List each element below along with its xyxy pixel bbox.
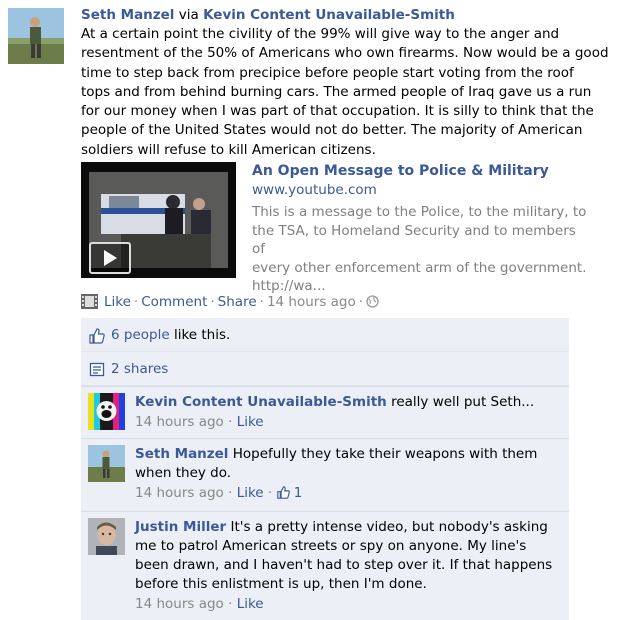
- via-author-link[interactable]: Kevin Content Unavailable-Smith: [203, 7, 455, 23]
- comment-like-link[interactable]: Like: [237, 596, 264, 612]
- attachment-title-link[interactable]: An Open Message to Police & Military: [252, 162, 549, 181]
- attachment-description: This is a message to the Police, to the …: [252, 203, 592, 296]
- thumbs-up-icon: [276, 485, 290, 505]
- comment-author-link[interactable]: Justin Miller: [135, 519, 226, 535]
- post-message-line: soldiers will refuse to kill American ci…: [81, 141, 376, 158]
- like-action[interactable]: Like: [104, 294, 131, 310]
- shared-link-attachment: An Open Message to Police & Military www…: [81, 162, 621, 294]
- likes-row: 6 people like this.: [81, 318, 569, 352]
- comment-timestamp[interactable]: 14 hours ago: [135, 596, 224, 612]
- comment-text-line: me to patrol American streets or spy on …: [135, 538, 527, 554]
- comment-item: Kevin Content Unavailable-Smith really w…: [81, 386, 569, 438]
- attachment-description-line: every other enforcement arm of the gover…: [252, 259, 587, 276]
- likes-suffix: like this.: [173, 327, 231, 343]
- attachment-description-line: the TSA, to Homeland Security and to mem…: [252, 222, 576, 258]
- attachment-description-line: This is a message to the Police, to the …: [252, 204, 587, 220]
- comment-text-line: been drawn, and I haven't had to step ov…: [135, 557, 553, 573]
- share-action[interactable]: Share: [218, 294, 257, 310]
- video-thumbnail[interactable]: [81, 162, 236, 278]
- post-author-avatar[interactable]: [8, 8, 64, 64]
- feedback-panel: 6 people like this. 2 shares Kevin Conte…: [81, 318, 569, 620]
- separator-dot: ·: [210, 294, 215, 310]
- post-author-link[interactable]: Seth Manzel: [81, 7, 174, 23]
- globe-icon[interactable]: [366, 295, 379, 313]
- comment-action[interactable]: Comment: [141, 294, 207, 310]
- commenter-avatar[interactable]: [88, 518, 125, 555]
- post-actions-bar: Like · Comment · Share · 14 hours ago ·: [81, 293, 379, 311]
- comment-meta: 14 hours ago · Like · 1: [135, 483, 562, 505]
- post-message-line: people of the United States would not do…: [81, 122, 583, 139]
- shares-icon: [89, 362, 105, 378]
- comment-text-line: when they do.: [135, 465, 232, 481]
- comment-like-count[interactable]: 1: [276, 485, 303, 501]
- separator-dot: ·: [133, 294, 139, 310]
- attachment-url-link[interactable]: www.youtube.com: [252, 181, 377, 200]
- comment-timestamp[interactable]: 14 hours ago: [135, 414, 224, 430]
- comment-text-line: before this enlistment is up, then I'm d…: [135, 576, 427, 592]
- comment-timestamp[interactable]: 14 hours ago: [135, 485, 224, 501]
- post-message: At a certain point the civility of the 9…: [81, 25, 621, 160]
- comment-like-count-value: 1: [293, 485, 303, 501]
- comment-item: Seth Manzel Hopefully they take their we…: [81, 438, 569, 511]
- post-header: Seth Manzel via Kevin Content Unavailabl…: [81, 6, 621, 25]
- separator-dot: ·: [259, 294, 264, 310]
- comment-like-link[interactable]: Like: [237, 485, 264, 501]
- comment-text: It's a pretty intense video, but nobody'…: [230, 519, 548, 535]
- comment-text: Hopefully they take their weapons with t…: [232, 446, 538, 462]
- post-message-line: for our money when I was part of that oc…: [81, 103, 594, 120]
- separator-dot: ·: [358, 294, 364, 310]
- post-message-line: time to step back from precipice before …: [81, 64, 574, 81]
- comment-meta: 14 hours ago · Like: [135, 596, 264, 612]
- comment-text: really well put Seth...: [391, 394, 535, 410]
- post-timestamp[interactable]: 14 hours ago: [267, 294, 356, 310]
- comment-meta: 14 hours ago · Like: [135, 414, 264, 430]
- thumbs-up-icon: [89, 328, 105, 344]
- comment-author-link[interactable]: Seth Manzel: [135, 446, 228, 462]
- comment-like-link[interactable]: Like: [237, 414, 264, 430]
- commenter-avatar[interactable]: [88, 445, 125, 482]
- post-message-line: At a certain point the civility of the 9…: [81, 26, 560, 42]
- play-icon[interactable]: [89, 242, 131, 274]
- post-message-line: tops and from behind burning cars. The a…: [81, 83, 592, 100]
- shares-link[interactable]: 2 shares: [111, 361, 168, 377]
- shares-row: 2 shares: [81, 352, 569, 386]
- likes-people-link[interactable]: 6 people: [111, 327, 170, 343]
- via-text: via: [178, 7, 199, 23]
- post-message-line: resentment of the 50% of Americans who o…: [81, 45, 609, 62]
- video-film-icon: [81, 294, 98, 309]
- comment-author-link[interactable]: Kevin Content Unavailable-Smith: [135, 394, 387, 410]
- comment-item: Justin Miller It's a pretty intense vide…: [81, 511, 569, 620]
- post-body: Seth Manzel via Kevin Content Unavailabl…: [81, 6, 621, 160]
- commenter-avatar[interactable]: [88, 393, 125, 430]
